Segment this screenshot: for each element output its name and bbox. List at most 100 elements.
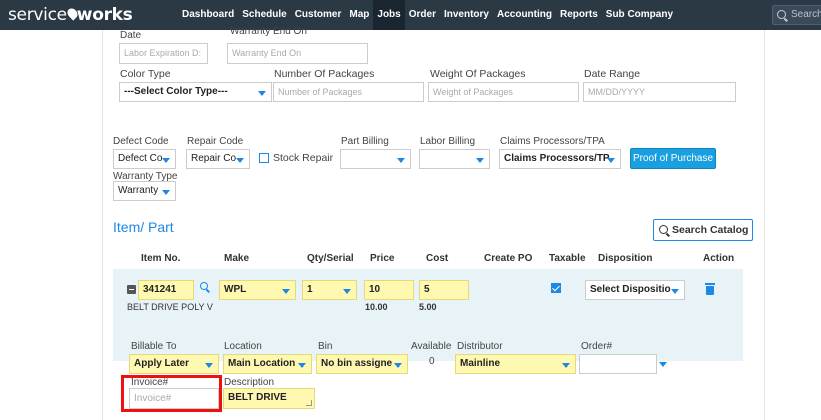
chevron-down-icon — [162, 158, 170, 163]
date-range-label: Date Range — [584, 68, 641, 80]
delete-row-trash-icon[interactable] — [705, 283, 715, 295]
available-label: Available — [411, 341, 452, 352]
chevron-down-icon — [162, 190, 170, 195]
price-field[interactable]: 10 — [364, 280, 414, 300]
col-qty-serial: Qty/Serial — [307, 253, 354, 264]
col-make: Make — [224, 253, 250, 264]
item-description-text: BELT DRIVE POLY V — [127, 302, 213, 312]
make-select[interactable]: WPL — [219, 280, 296, 300]
nav-order[interactable]: Order — [405, 0, 440, 30]
claims-processors-select[interactable]: Claims Processors/TP. — [499, 149, 621, 169]
stock-repair-checkbox[interactable] — [259, 153, 269, 163]
chevron-down-icon — [394, 363, 402, 368]
packages-field[interactable]: Number of Packages — [273, 82, 424, 102]
item-lookup-search-icon[interactable] — [200, 282, 208, 290]
job-form: Date Warranty End On Labor Expiration D:… — [102, 26, 765, 420]
nav-jobs[interactable]: Jobs — [373, 0, 405, 30]
cost-field[interactable]: 5 — [419, 280, 469, 300]
qty-value: 1 — [307, 284, 313, 295]
billable-to-select[interactable]: Apply Later — [129, 354, 219, 374]
chevron-down-icon — [205, 363, 213, 368]
weight-field[interactable]: Weight of Packages — [428, 82, 579, 102]
order-number-label: Order# — [581, 341, 613, 352]
taxable-checkbox[interactable] — [551, 283, 561, 293]
description-field[interactable]: BELT DRIVE — [223, 388, 315, 409]
global-search-input[interactable]: Search — [772, 5, 821, 25]
stock-repair-label: Stock Repair — [273, 152, 334, 164]
location-label: Location — [224, 341, 262, 352]
order-chevron-down-icon[interactable] — [659, 362, 667, 367]
color-type-label: Color Type — [120, 68, 171, 80]
repair-code-label: Repair Code — [187, 136, 244, 147]
search-catalog-label: Search Catalog — [672, 224, 749, 236]
available-value: 0 — [429, 356, 435, 367]
chevron-down-icon — [671, 289, 679, 294]
cost-total: 5.00 — [419, 302, 437, 312]
color-type-select[interactable]: ---Select Color Type--- — [119, 82, 272, 102]
chevron-down-icon — [343, 289, 351, 294]
logo-light-text: service — [8, 5, 67, 25]
location-value: Main Location — [228, 358, 296, 369]
search-catalog-button[interactable]: Search Catalog — [653, 219, 753, 241]
app-logo[interactable]: service works — [8, 5, 133, 25]
global-search-placeholder: Search — [791, 9, 821, 20]
description-value: BELT DRIVE — [228, 392, 287, 403]
labor-billing-label: Labor Billing — [420, 136, 476, 147]
item-no-field[interactable]: 341241 — [138, 280, 194, 300]
claims-processors-value: Claims Processors/TP. — [504, 153, 612, 164]
location-select[interactable]: Main Location — [223, 354, 312, 374]
col-cost: Cost — [426, 253, 449, 264]
qty-select[interactable]: 1 — [302, 280, 357, 300]
warranty-end-field[interactable]: Warranty End On — [227, 43, 368, 64]
price-total: 10.00 — [365, 302, 388, 312]
make-value: WPL — [224, 284, 247, 295]
nav-accounting[interactable]: Accounting — [493, 0, 556, 30]
disposition-value: Select Dispositio — [590, 284, 671, 295]
col-disposition: Disposition — [598, 253, 653, 264]
proof-of-purchase-button[interactable]: Proof of Purchase — [630, 148, 716, 169]
defect-code-value: Defect Co — [118, 153, 163, 164]
search-icon — [777, 10, 786, 19]
description-label: Description — [224, 377, 275, 388]
chevron-down-icon — [397, 158, 405, 163]
color-type-value: ---Select Color Type--- — [124, 86, 228, 97]
top-navbar: service works Dashboard Schedule Customer… — [0, 0, 821, 30]
disposition-select[interactable]: Select Dispositio — [585, 280, 685, 300]
logo-bold-text: works — [76, 5, 133, 25]
repair-code-value: Repair Co — [191, 153, 237, 164]
defect-code-label: Defect Code — [113, 136, 169, 147]
part-billing-label: Part Billing — [341, 136, 389, 147]
chevron-down-icon — [562, 363, 570, 368]
repair-code-select[interactable]: Repair Co — [186, 149, 250, 169]
chevron-down-icon — [476, 158, 484, 163]
order-number-field[interactable] — [579, 354, 657, 374]
nav-map[interactable]: Map — [345, 0, 373, 30]
col-item-no: Item No. — [141, 253, 181, 264]
packages-label: Number Of Packages — [274, 68, 375, 80]
part-billing-select[interactable] — [340, 149, 411, 169]
distributor-select[interactable]: Mainline — [455, 354, 576, 374]
distributor-label: Distributor — [457, 341, 503, 352]
bin-value: No bin assigne — [321, 358, 393, 369]
labor-billing-select[interactable] — [419, 149, 490, 169]
nav-sub-company[interactable]: Sub Company — [602, 0, 677, 30]
labor-expiration-field[interactable]: Labor Expiration D: — [119, 43, 208, 64]
chevron-down-icon — [236, 158, 244, 163]
warranty-type-value: Warranty — [118, 185, 159, 196]
bin-select[interactable]: No bin assigne — [316, 354, 408, 374]
col-taxable: Taxable — [549, 253, 586, 264]
weight-label: Weight Of Packages — [430, 68, 526, 80]
col-create-po: Create PO — [484, 253, 533, 264]
chevron-down-icon — [258, 91, 266, 96]
bin-label: Bin — [318, 341, 333, 352]
defect-code-select[interactable]: Defect Co — [113, 149, 176, 169]
date-label: Date — [120, 30, 142, 41]
collapse-row-icon[interactable] — [127, 285, 136, 294]
nav-reports[interactable]: Reports — [556, 0, 602, 30]
date-range-field[interactable]: MM/DD/YYYY — [583, 82, 736, 102]
chevron-down-icon — [298, 363, 306, 368]
resize-handle-icon[interactable] — [306, 400, 312, 406]
warranty-type-select[interactable]: Warranty — [113, 181, 176, 201]
nav-inventory[interactable]: Inventory — [440, 0, 493, 30]
warranty-end-label: Warranty End On — [230, 26, 307, 37]
